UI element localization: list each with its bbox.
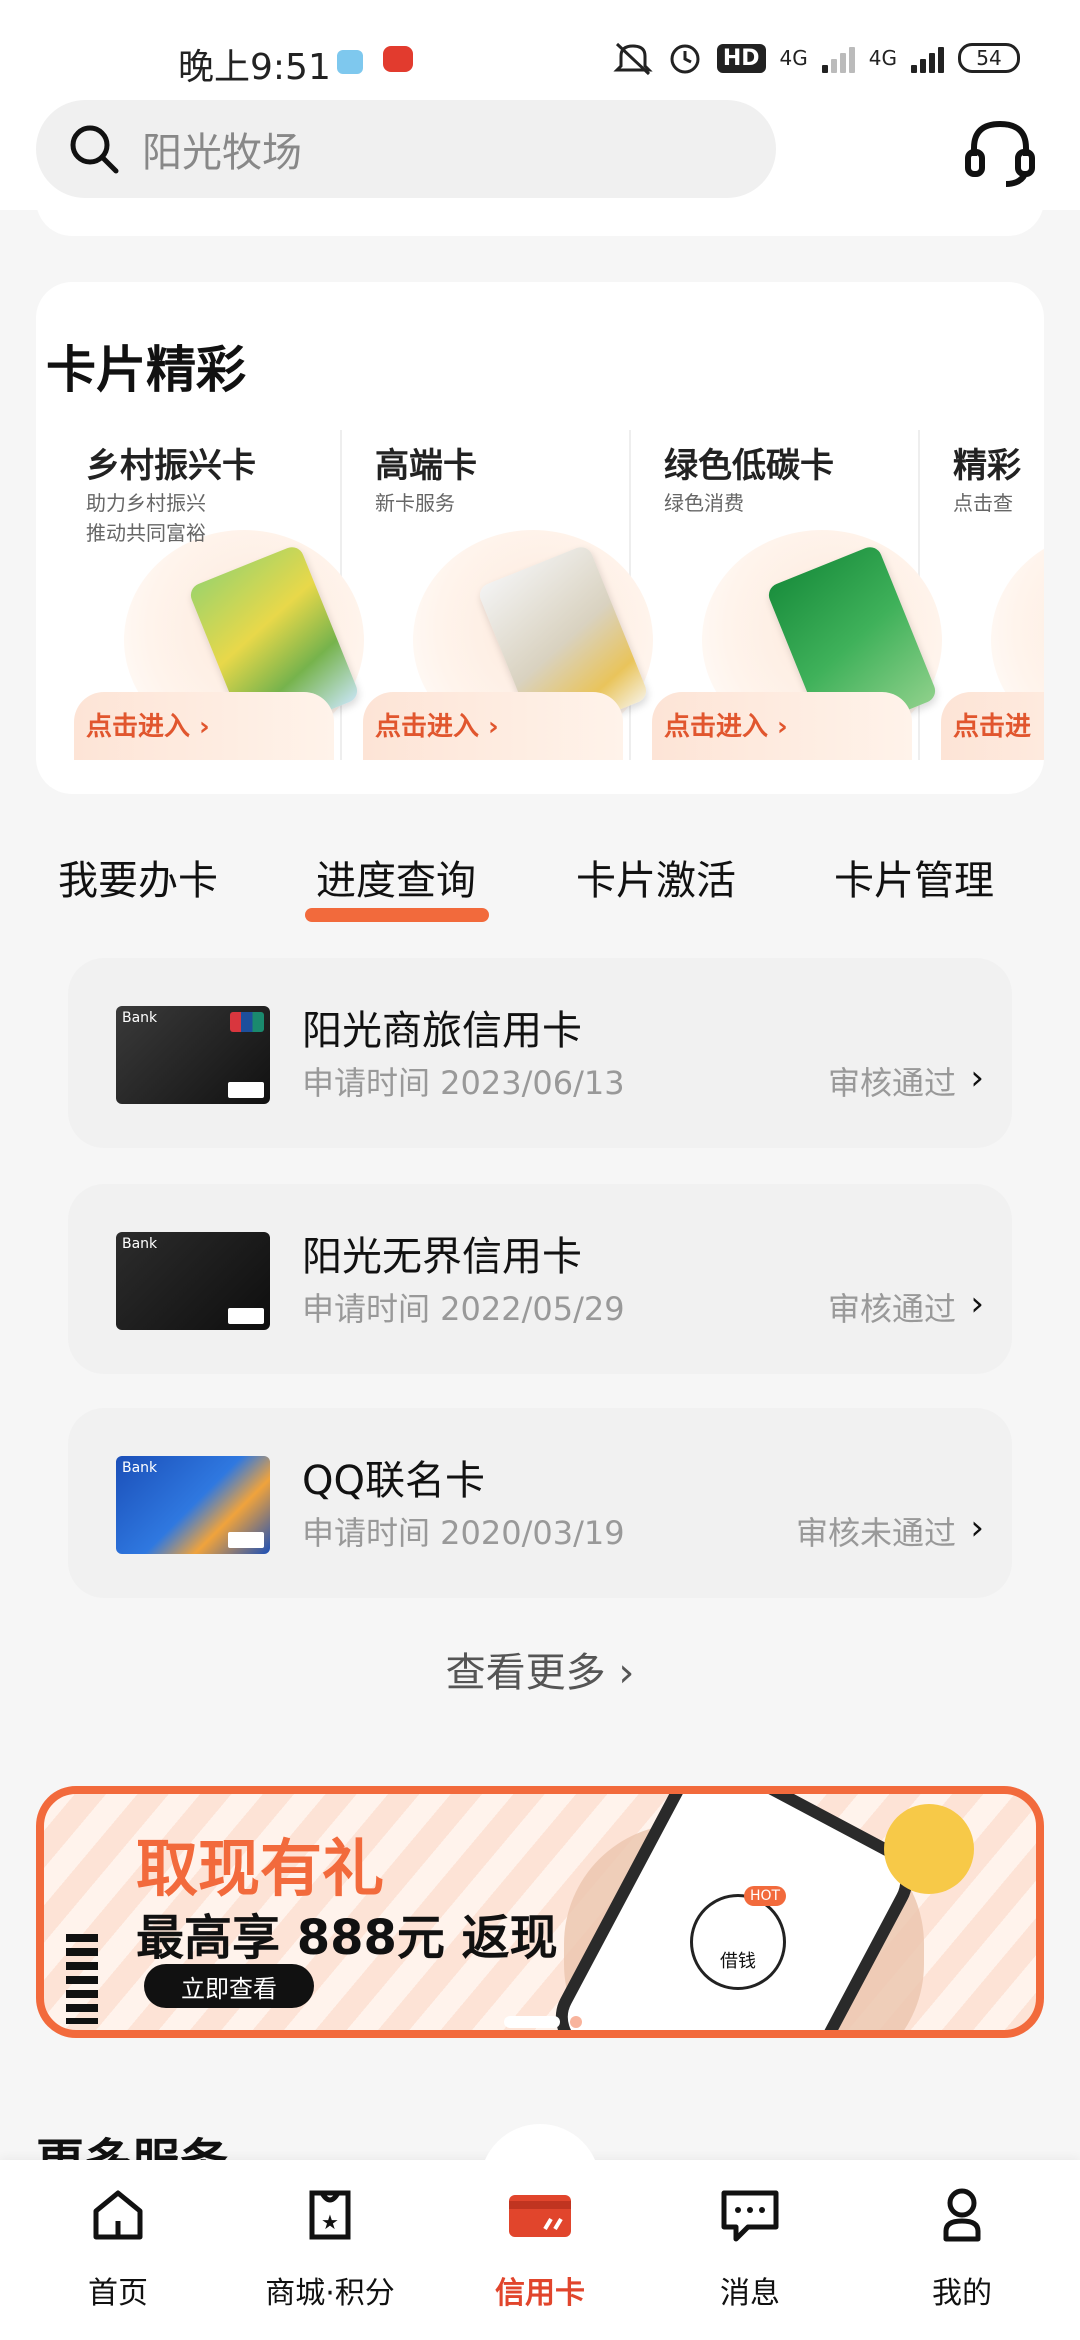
svg-text:★: ★	[321, 2210, 339, 2234]
nav-home[interactable]: 首页	[28, 2180, 208, 2312]
carousel-dot	[570, 2016, 582, 2028]
signal-bars-1-icon	[821, 43, 855, 73]
hot-badge: HOT	[744, 1886, 787, 1906]
nav-label: 信用卡	[495, 2276, 585, 2311]
search-icon	[64, 119, 124, 179]
profile-icon	[927, 2180, 997, 2250]
card-name: QQ联名卡	[302, 1458, 485, 1504]
search-bar[interactable]: 阳光牧场	[36, 100, 776, 198]
nav-label: 消息	[720, 2276, 780, 2311]
promo-banner[interactable]: 取现有礼 最高享 888元 返现 立即查看 借钱 HOT	[36, 1786, 1044, 2038]
card-title: 高端卡	[375, 446, 477, 486]
card-network-logo	[228, 1308, 264, 1324]
header: 阳光牧场	[0, 100, 1080, 210]
app-notification-icon	[337, 50, 363, 74]
card-green-low-carbon[interactable]: 绿色低碳卡 绿色消费 点击进入 ›	[642, 430, 942, 760]
card-subtitle: 新卡服务	[375, 491, 455, 515]
cards-panel: 卡片精彩 乡村振兴卡 助力乡村振兴 推动共同富裕 点击进入 › 高端卡 新卡服务…	[36, 282, 1044, 794]
view-more-link[interactable]: 查看更多 ›	[0, 1640, 1080, 1698]
apply-date: 申请时间 2023/06/13	[302, 1064, 625, 1102]
tab-card-activation[interactable]: 卡片激活	[576, 848, 736, 906]
card-highlight[interactable]: 精彩 点击查 点击进	[931, 430, 1044, 760]
carousel-dot-active	[504, 2016, 560, 2028]
card-premium[interactable]: 高端卡 新卡服务 点击进入 ›	[353, 430, 653, 760]
progress-item[interactable]: Bank 阳光无界信用卡 申请时间 2022/05/29 审核通过 ›	[68, 1184, 1012, 1374]
network-type-1: 4G	[779, 46, 808, 70]
status-indicators: HD 4G 4G 54	[613, 40, 1020, 76]
hd-badge: HD	[716, 43, 766, 73]
tab-apply-card[interactable]: 我要办卡	[58, 848, 218, 906]
bank-mark: Bank	[122, 1236, 158, 1252]
tab-bar: 我要办卡 进度查询 卡片激活 卡片管理	[0, 840, 1080, 940]
card-title: 乡村振兴卡	[86, 446, 256, 486]
carousel-indicator	[504, 2016, 582, 2028]
search-input[interactable]: 阳光牧场	[142, 120, 302, 178]
battery-indicator: 54	[958, 43, 1020, 73]
network-type-2: 4G	[868, 46, 897, 70]
home-icon	[83, 2180, 153, 2250]
mall-icon: ★	[295, 2180, 365, 2250]
loan-icon: 借钱	[690, 1894, 786, 1990]
card-enter-link[interactable]: 点击进入 ›	[375, 706, 499, 743]
apply-date: 申请时间 2020/03/19	[302, 1514, 625, 1552]
status-bar: 晚上9:51 HD 4G 4G 54	[0, 0, 1080, 100]
nav-mall-points[interactable]: ★ 商城·积分	[240, 2180, 420, 2312]
review-status: 审核通过	[827, 1290, 956, 1328]
tab-progress-query[interactable]: 进度查询	[316, 848, 476, 906]
bank-mark: Bank	[122, 1010, 158, 1026]
card-thumbnail: Bank	[116, 1232, 270, 1330]
banner-headline: 取现有礼	[136, 1832, 385, 1905]
card-rural-revitalization[interactable]: 乡村振兴卡 助力乡村振兴 推动共同富裕 点击进入 ›	[64, 430, 364, 760]
news-notification-icon	[383, 46, 413, 72]
nav-messages[interactable]: 消息	[660, 2180, 840, 2312]
tab-card-management[interactable]: 卡片管理	[834, 848, 994, 906]
visa-logo	[228, 1082, 264, 1098]
status-time: 晚上9:51	[178, 47, 331, 88]
card-title: 精彩	[953, 446, 1021, 486]
chevron-right-icon: ›	[970, 1058, 984, 1098]
active-tab-indicator	[305, 908, 489, 922]
chevron-right-icon: ›	[970, 1508, 984, 1548]
cards-carousel[interactable]: 乡村振兴卡 助力乡村振兴 推动共同富裕 点击进入 › 高端卡 新卡服务 点击进入…	[64, 430, 1044, 760]
mute-icon	[613, 40, 653, 76]
credit-card-icon	[505, 2180, 575, 2250]
nav-credit-card[interactable]: 信用卡	[450, 2180, 630, 2312]
progress-item[interactable]: Bank QQ联名卡 申请时间 2020/03/19 审核未通过 ›	[68, 1408, 1012, 1598]
card-enter-link[interactable]: 点击进入 ›	[86, 706, 210, 743]
customer-service-icon[interactable]	[960, 112, 1040, 192]
card-subtitle: 绿色消费	[664, 491, 744, 515]
banner-cta-button[interactable]: 立即查看	[144, 1964, 314, 2008]
card-network-logo	[228, 1532, 264, 1548]
card-enter-link[interactable]: 点击进入 ›	[664, 706, 788, 743]
card-title: 绿色低碳卡	[664, 446, 834, 486]
cards-section-title: 卡片精彩	[46, 341, 246, 399]
card-subtitle: 助力乡村振兴 推动共同富裕	[86, 491, 206, 545]
card-subtitle: 点击查	[953, 491, 1013, 515]
card-name: 阳光商旅信用卡	[302, 1008, 582, 1054]
signal-bars-2-icon	[911, 43, 944, 73]
previous-section-edge	[36, 200, 1044, 236]
barcode-decoration	[66, 1934, 98, 2024]
nav-profile[interactable]: 我的	[872, 2180, 1052, 2312]
card-enter-link[interactable]: 点击进	[953, 706, 1031, 743]
review-status: 审核未通过	[795, 1514, 956, 1552]
bank-mark: Bank	[122, 1460, 158, 1476]
card-thumbnail: Bank	[116, 1456, 270, 1554]
chevron-right-icon: ›	[970, 1284, 984, 1324]
message-icon	[715, 2180, 785, 2250]
bottom-nav: 首页 ★ 商城·积分 信用卡 消息 我的	[0, 2124, 1080, 2340]
alarm-icon	[667, 40, 703, 76]
banner-subheadline: 最高享 888元 返现	[136, 1910, 558, 1966]
card-thumbnail: Bank	[116, 1006, 270, 1104]
unionpay-logo	[230, 1012, 264, 1032]
nav-label: 商城·积分	[265, 2276, 395, 2311]
card-name: 阳光无界信用卡	[302, 1234, 582, 1280]
tiger-mascot-icon	[884, 1804, 974, 1894]
review-status: 审核通过	[827, 1064, 956, 1102]
nav-label: 首页	[88, 2276, 148, 2311]
progress-item[interactable]: Bank 阳光商旅信用卡 申请时间 2023/06/13 审核通过 ›	[68, 958, 1012, 1148]
nav-label: 我的	[932, 2276, 992, 2311]
apply-date: 申请时间 2022/05/29	[302, 1290, 625, 1328]
